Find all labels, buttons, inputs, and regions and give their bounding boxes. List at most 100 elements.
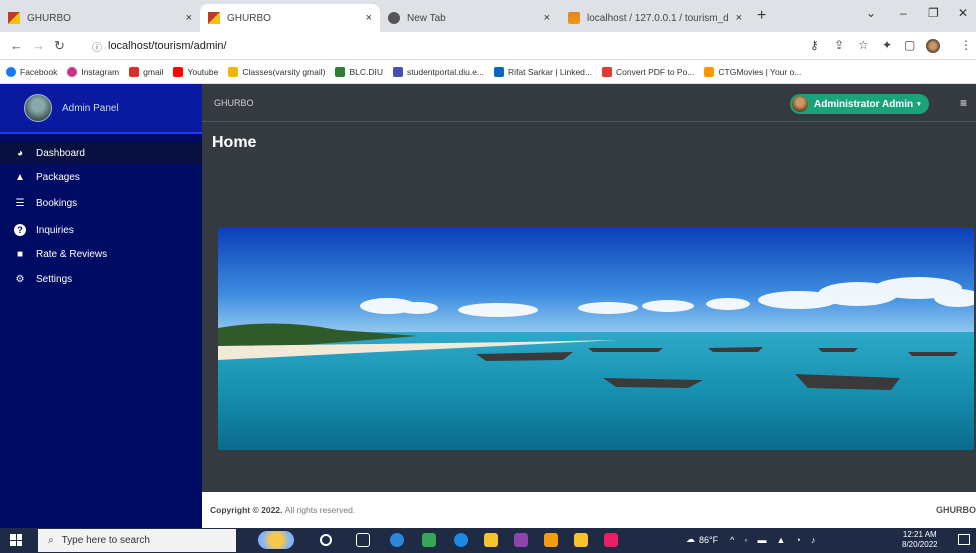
forward-icon[interactable]: → xyxy=(32,38,45,53)
gears-icon: ⚙ xyxy=(15,274,25,285)
minimize-button[interactable]: – xyxy=(900,6,907,20)
tab-title: GHURBO xyxy=(27,12,71,24)
bookmark-facebook[interactable]: Facebook xyxy=(6,66,58,77)
question-icon: ? xyxy=(14,224,26,236)
brand-text: Admin Panel xyxy=(62,102,119,114)
bookmark-gmail[interactable]: gmail xyxy=(129,66,164,77)
sidebar-item-inquiries[interactable]: ? Inquiries xyxy=(14,224,74,236)
widgets-icon[interactable] xyxy=(258,531,294,549)
sidebar-item-label: Inquiries xyxy=(36,224,74,236)
tab-close-icon[interactable]: × xyxy=(736,12,742,24)
telegram-icon[interactable] xyxy=(454,533,468,547)
search-icon: ⌕ xyxy=(48,535,54,546)
bookmark-studentportal[interactable]: studentportal.diu.e... xyxy=(393,66,485,77)
browser-tab[interactable]: localhost / 127.0.0.1 / tourism_d × xyxy=(560,4,750,32)
site-info-icon[interactable]: ⓘ xyxy=(92,39,102,54)
phpmyadmin-favicon-icon xyxy=(568,12,580,24)
taskbar-search[interactable]: ⌕ Type here to search xyxy=(38,529,236,552)
bookings-icon: ☰ xyxy=(15,198,25,209)
portal-icon xyxy=(393,66,404,77)
tab-title: New Tab xyxy=(407,12,446,24)
extensions-icon[interactable]: ✦ xyxy=(882,38,892,52)
system-tray: ☁ 86°F ^◦▬▲◔♪ xyxy=(686,534,825,545)
weather-temp[interactable]: 86°F xyxy=(699,535,718,545)
clock-time: 12:21 AM xyxy=(902,530,937,539)
top-navbar: GHURBO Administrator Admin ▾ ≡ xyxy=(202,84,976,122)
beach-boats-image xyxy=(218,228,974,450)
app-name: GHURBO xyxy=(214,97,254,108)
admin-name: Administrator Admin xyxy=(814,98,914,110)
bookmark-linkedin[interactable]: Rifat Sarkar | Linked... xyxy=(494,66,592,77)
bookmark-ctgmovies[interactable]: CTGMovies | Your o... xyxy=(704,66,801,77)
bookmark-convert-pdf[interactable]: Convert PDF to Po... xyxy=(601,66,694,77)
browser-tab-active[interactable]: GHURBO × xyxy=(200,4,380,32)
profile-avatar[interactable] xyxy=(926,39,940,53)
reload-icon[interactable]: ↻ xyxy=(54,38,65,54)
sidebar-item-label: Packages xyxy=(36,172,80,183)
share-icon[interactable]: ⇪ xyxy=(834,38,844,52)
sidebar-item-reviews[interactable]: ■ Rate & Reviews xyxy=(14,249,107,260)
tab-close-icon[interactable]: × xyxy=(366,12,372,24)
search-placeholder: Type here to search xyxy=(61,535,150,546)
weather-icon: ☁ xyxy=(686,534,695,544)
xampp-icon[interactable] xyxy=(544,533,558,547)
sidebar-item-settings[interactable]: ⚙ Settings xyxy=(14,274,73,285)
side-panel-icon[interactable]: ▢ xyxy=(904,38,915,52)
browser-tab[interactable]: New Tab × xyxy=(380,4,558,32)
admin-avatar xyxy=(792,96,808,112)
sidebar-item-label: Settings xyxy=(36,274,73,285)
page-footer: Copyright © 2022. All rights reserved. G… xyxy=(202,492,976,528)
clock-date: 8/20/2022 xyxy=(902,540,938,549)
browser-toolbar: ← → ↻ ⓘ localhost/tourism/admin/ ⚷ ⇪ ☆ ✦… xyxy=(0,32,976,60)
ghurbo-favicon-icon xyxy=(8,12,20,24)
bookmark-youtube[interactable]: Youtube xyxy=(173,66,219,77)
clock[interactable]: 12:21 AM 8/20/2022 xyxy=(902,530,938,550)
app-icon[interactable] xyxy=(514,533,528,547)
bookmark-label: studentportal.diu.e... xyxy=(407,66,485,77)
sidebar-item-dashboard[interactable]: ◕ Dashboard xyxy=(0,142,202,164)
notification-icon[interactable] xyxy=(958,534,970,545)
admin-dropdown-button[interactable]: Administrator Admin ▾ xyxy=(790,94,929,114)
tab-close-icon[interactable]: × xyxy=(186,12,192,24)
chrome-icon[interactable] xyxy=(422,533,436,547)
file-explorer-icon[interactable] xyxy=(484,533,498,547)
instagram-icon xyxy=(67,66,78,77)
maximize-button[interactable]: ❐ xyxy=(928,6,939,20)
main-content: GHURBO Administrator Admin ▾ ≡ Home xyxy=(202,84,976,492)
bookmark-label: gmail xyxy=(143,66,164,77)
bookmark-label: Instagram xyxy=(81,66,120,77)
bookmark-star-icon[interactable]: ☆ xyxy=(858,38,869,52)
back-icon[interactable]: ← xyxy=(10,38,23,53)
tab-search-button[interactable]: ⌄ xyxy=(866,6,876,20)
tray-icons[interactable]: ^◦▬▲◔♪ xyxy=(730,535,825,545)
sidebar-brand[interactable]: Admin Panel xyxy=(0,84,202,134)
sidebar-item-packages[interactable]: ▲ Packages xyxy=(14,172,80,183)
windows-start-icon[interactable] xyxy=(10,534,22,546)
window-close-button[interactable]: ✕ xyxy=(958,6,968,20)
tab-close-icon[interactable]: × xyxy=(544,12,550,24)
copyright-text: Copyright © 2022. xyxy=(210,505,283,515)
bookmark-blc[interactable]: BLC.DIU xyxy=(335,66,383,77)
bookmark-instagram[interactable]: Instagram xyxy=(67,66,120,77)
sidebar-item-label: Bookings xyxy=(36,198,78,209)
url-text: localhost/tourism/admin/ xyxy=(108,40,227,52)
bookmark-label: Facebook xyxy=(20,66,58,77)
powerpoint-icon[interactable] xyxy=(604,533,618,547)
browser-tab[interactable]: GHURBO × xyxy=(0,4,200,32)
bookmark-label: Youtube xyxy=(187,66,219,77)
sublime-icon[interactable] xyxy=(574,533,588,547)
hamburger-menu-icon[interactable]: ≡ xyxy=(960,96,967,110)
bookmark-classes[interactable]: Classes(varsity gmail) xyxy=(228,66,325,77)
gmail-icon xyxy=(129,66,140,77)
edge-icon[interactable] xyxy=(390,533,404,547)
tab-title: GHURBO xyxy=(227,12,271,24)
password-key-icon[interactable]: ⚷ xyxy=(810,38,819,52)
address-bar[interactable]: ⓘ localhost/tourism/admin/ xyxy=(92,36,792,56)
task-view-icon[interactable] xyxy=(356,533,370,547)
hero-image xyxy=(218,228,974,450)
cortana-icon[interactable] xyxy=(320,534,332,546)
comment-icon: ■ xyxy=(16,249,24,260)
new-tab-button[interactable]: + xyxy=(757,7,766,25)
menu-dots-icon[interactable]: ⋮ xyxy=(960,38,972,52)
sidebar-item-bookings[interactable]: ☰ Bookings xyxy=(14,198,78,209)
